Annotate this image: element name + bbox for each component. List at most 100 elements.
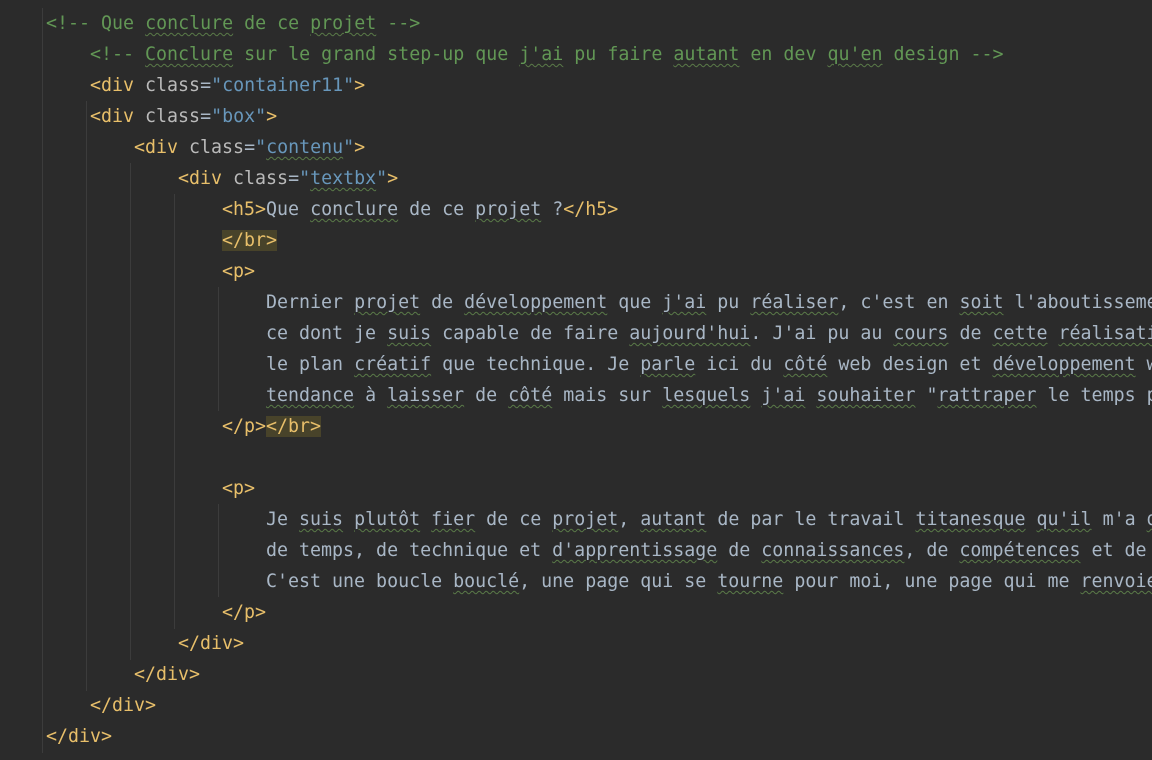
comment-token: de ce xyxy=(233,13,311,34)
text-token: projet xyxy=(354,292,421,313)
code-line[interactable]: tendance à laisser de côté mais sur lesq… xyxy=(0,380,1152,411)
tag-token: <div xyxy=(90,106,146,127)
text-token: conclure xyxy=(310,199,399,220)
attribute-value-token: " xyxy=(255,137,267,158)
tag-token: > xyxy=(354,75,366,96)
code-editor[interactable]: <!-- Que conclure de ce projet --> <!-- C… xyxy=(0,0,1152,760)
text-token: Que xyxy=(266,199,311,220)
text-token: cours xyxy=(893,323,949,344)
text-token: tendance xyxy=(266,385,355,406)
text-token: Je xyxy=(266,509,300,530)
tag-token: <p> xyxy=(222,478,256,499)
text-token: suis xyxy=(299,509,344,530)
tag-token: <div xyxy=(90,75,146,96)
code-lines[interactable]: <!-- Que conclure de ce projet --> <!-- C… xyxy=(0,8,1152,752)
code-line[interactable]: </p> xyxy=(0,597,1152,628)
comment-token: Conclure xyxy=(145,44,234,65)
code-line[interactable]: <!-- Que conclure de ce projet --> xyxy=(0,8,1152,39)
text-token: projet xyxy=(552,509,619,530)
tag-token: > xyxy=(266,106,278,127)
code-line[interactable]: <!-- Conclure sur le grand step-up que j… xyxy=(0,39,1152,70)
code-line[interactable]: <h5>Que conclure de ce projet ?</h5> xyxy=(0,194,1152,225)
comment-token: sur le grand step-up que xyxy=(233,44,520,65)
code-line[interactable]: le plan créatif que technique. Je parle … xyxy=(0,349,1152,380)
text-token: , xyxy=(618,509,641,530)
text-token: réalisati xyxy=(1058,323,1152,344)
tag-token: </p> xyxy=(222,602,267,623)
text-token: de xyxy=(464,385,509,406)
code-line[interactable]: Je suis plutôt fier de ce projet, autant… xyxy=(0,504,1152,535)
code-line[interactable]: </div> xyxy=(0,628,1152,659)
code-line[interactable]: </br> xyxy=(0,225,1152,256)
code-line[interactable]: <div class="container11"> xyxy=(0,70,1152,101)
text-token: le plan xyxy=(266,354,355,375)
text-token: fier xyxy=(431,509,476,530)
code-line[interactable]: ce dont je suis capable de faire aujourd… xyxy=(0,318,1152,349)
text-token: réaliser xyxy=(750,292,839,313)
tag-token: <div xyxy=(178,168,234,189)
code-line[interactable] xyxy=(0,442,1152,473)
comment-token: autant xyxy=(673,44,740,65)
text-token: , une page qui se xyxy=(519,571,718,592)
text-token: l'aboutisseme xyxy=(1003,292,1152,313)
code-line[interactable]: Dernier projet de développement que j'ai… xyxy=(0,287,1152,318)
attribute-value-token: " xyxy=(343,137,355,158)
text-token: de xyxy=(948,323,993,344)
attribute-token: class xyxy=(233,168,289,189)
code-line[interactable]: <p> xyxy=(0,473,1152,504)
text-token: à xyxy=(354,385,388,406)
comment-token: pu faire xyxy=(563,44,674,65)
code-line[interactable]: <div class="textbx"> xyxy=(0,163,1152,194)
attribute-token: class xyxy=(145,106,201,127)
text-token: soit xyxy=(959,292,1004,313)
text-token: côté xyxy=(508,385,553,406)
code-line[interactable]: <div class="box"> xyxy=(0,101,1152,132)
text-token: d'apprentissage xyxy=(552,540,718,561)
text-token: renvoie xyxy=(1080,571,1152,592)
text-token: = xyxy=(200,75,212,96)
text-token: , de xyxy=(904,540,960,561)
text-token: que xyxy=(607,292,663,313)
attribute-value-token: textbx xyxy=(310,168,377,189)
attribute-value-token: contenu xyxy=(266,137,344,158)
code-line[interactable]: <div class="contenu"> xyxy=(0,132,1152,163)
code-line[interactable]: </p></br> xyxy=(0,411,1152,442)
code-line[interactable]: </div> xyxy=(0,690,1152,721)
code-line[interactable]: de temps, de technique et d'apprentissag… xyxy=(0,535,1152,566)
attribute-value-token: "box" xyxy=(211,106,267,127)
tag-token: </h5> xyxy=(563,199,619,220)
text-token: " xyxy=(915,385,938,406)
text-token: Dernier xyxy=(266,292,355,313)
code-line[interactable]: </div> xyxy=(0,721,1152,752)
text-token: , c'est en xyxy=(838,292,960,313)
text-token: souhaiter xyxy=(816,385,916,406)
attribute-value-token: "container11" xyxy=(211,75,355,96)
text-token: côté xyxy=(783,354,828,375)
attribute-value-token: " xyxy=(376,168,388,189)
text-token: développement xyxy=(992,354,1136,375)
tag-token: </div> xyxy=(90,695,157,716)
comment-token: projet xyxy=(310,13,377,34)
comment-token: design --> xyxy=(882,44,1004,65)
tag-token: </p> xyxy=(222,416,267,437)
text-token: suis xyxy=(387,323,432,344)
comment-token: qu'en xyxy=(827,44,883,65)
comment-token: --> xyxy=(376,13,421,34)
comment-token: j'ai xyxy=(519,44,564,65)
text-token: C'est une boucle xyxy=(266,571,454,592)
comment-token: <!-- xyxy=(90,44,146,65)
tag-token: <p> xyxy=(222,261,256,282)
code-line[interactable]: <p> xyxy=(0,256,1152,287)
text-token: aujourd'hui xyxy=(629,323,751,344)
text-token: = xyxy=(244,137,256,158)
text-token: web design et xyxy=(827,354,993,375)
code-line[interactable]: C'est une boucle bouclé, une page qui se… xyxy=(0,566,1152,597)
tag-token: <div xyxy=(134,137,190,158)
tag-token: </div> xyxy=(178,633,245,654)
code-line[interactable]: </div> xyxy=(0,659,1152,690)
text-token: = xyxy=(288,168,300,189)
